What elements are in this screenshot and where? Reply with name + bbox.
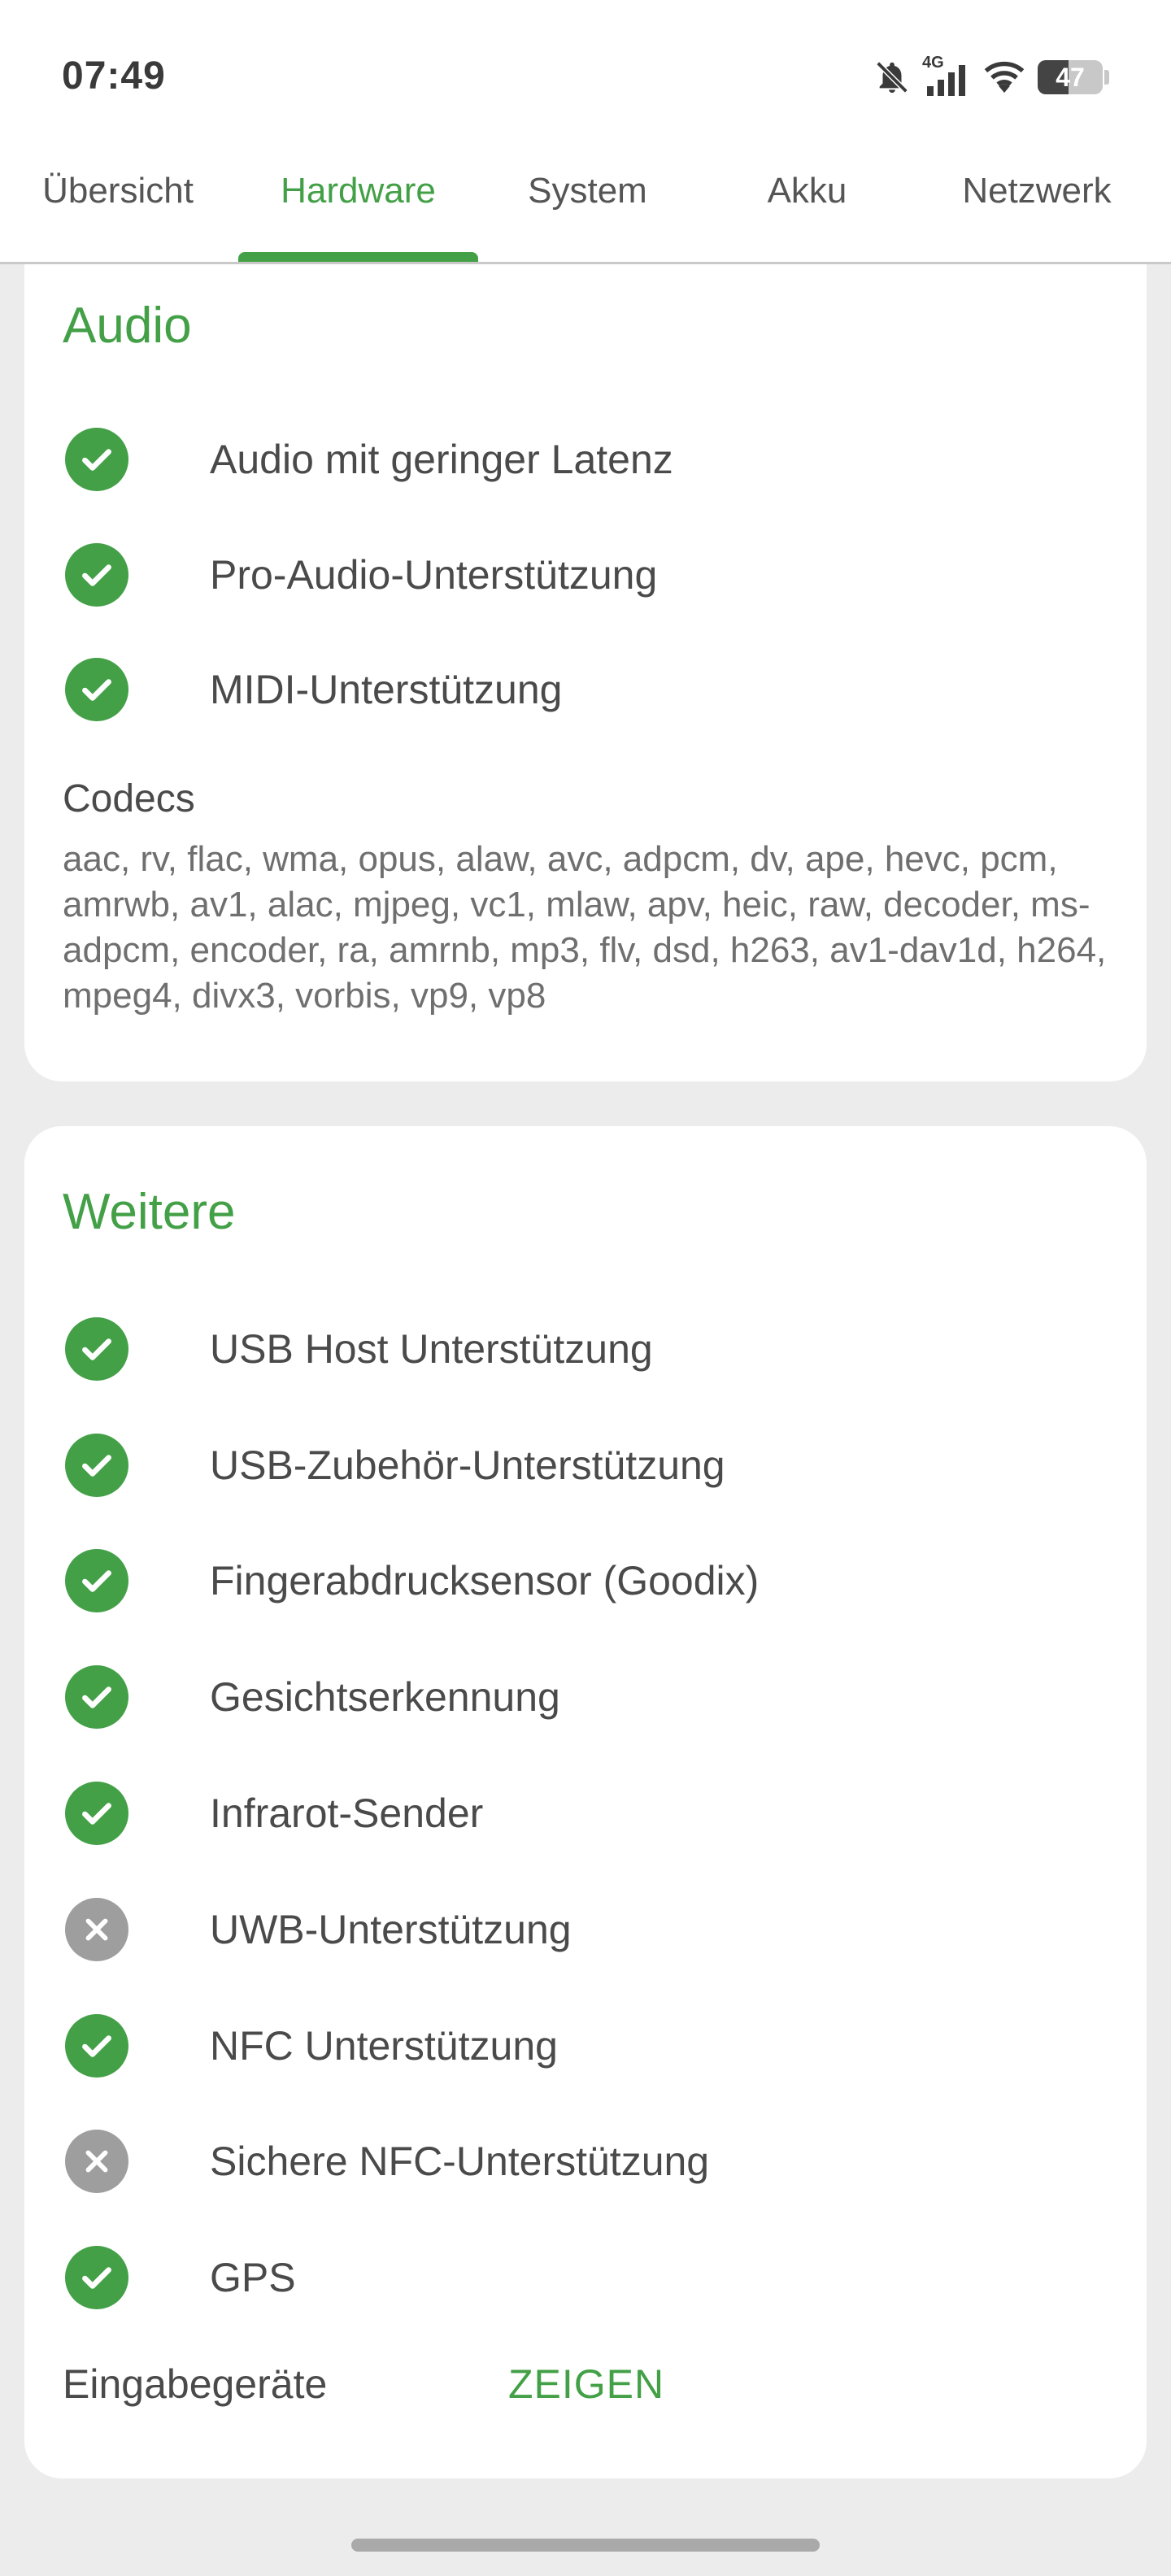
feature-row: Gesichtserkennung [65,1660,560,1734]
check-icon [65,2246,128,2309]
feature-label: GPS [210,2255,296,2300]
active-tab-indicator [238,252,478,262]
status-icons: 4G 47 [873,54,1109,98]
check-icon [65,543,128,607]
more-card: Weitere USB Host Unterstützung USB-Zubeh… [24,1126,1147,2478]
feature-row: Audio mit geringer Latenz [65,423,673,496]
feature-row: GPS [65,2241,296,2314]
check-icon [65,1782,128,1845]
feature-label: NFC Unterstützung [210,2023,558,2069]
wifi-icon [982,59,1026,96]
feature-label: USB-Zubehör-Unterstützung [210,1442,725,1488]
status-time: 07:49 [62,54,166,98]
feature-row: USB Host Unterstützung [65,1312,653,1386]
battery-level: 47 [1056,63,1085,92]
tab-akku[interactable]: Akku [707,154,907,262]
tab-system[interactable]: System [488,154,687,262]
tab-bar: Übersicht Hardware System Akku Netzwerk [0,154,1171,264]
signal-icon: 4G [922,54,971,98]
show-input-devices-button[interactable]: ZEIGEN [508,2361,664,2408]
feature-label: Gesichtserkennung [210,1674,560,1720]
feature-label: Infrarot-Sender [210,1791,484,1836]
feature-row: USB-Zubehör-Unterstützung [65,1429,725,1502]
check-icon [65,1665,128,1729]
feature-label: Pro-Audio-Unterstützung [210,552,658,598]
check-icon [65,1317,128,1381]
feature-row: MIDI-Unterstützung [65,653,562,726]
feature-label: Audio mit geringer Latenz [210,437,673,482]
check-icon [65,1549,128,1612]
feature-label: MIDI-Unterstützung [210,667,563,712]
status-bar: 07:49 4G 47 [0,0,1171,154]
battery-icon: 47 [1038,60,1103,94]
check-icon [65,1434,128,1497]
more-card-title: Weitere [63,1184,236,1240]
feature-label: UWB-Unterstützung [210,1907,572,1952]
tab-uebersicht[interactable]: Übersicht [8,154,228,262]
feature-row: Sichere NFC-Unterstützung [65,2125,709,2198]
audio-card-title: Audio [63,298,192,354]
tab-netzwerk[interactable]: Netzwerk [923,154,1151,262]
input-devices-label: Eingabegeräte [63,2361,328,2407]
audio-card: Audio Audio mit geringer Latenz Pro-Audi… [24,264,1147,1081]
feature-row: Pro-Audio-Unterstützung [65,538,657,611]
feature-label: USB Host Unterstützung [210,1326,653,1372]
codecs-title: Codecs [63,777,195,820]
bell-muted-icon [873,59,911,96]
check-icon [65,2014,128,2078]
codecs-list: aac, rv, flac, wma, opus, alaw, avc, adp… [63,839,1107,1016]
check-icon [65,658,128,721]
feature-row: Fingerabdrucksensor (Goodix) [65,1544,759,1617]
feature-row: Infrarot-Sender [65,1777,483,1850]
battery-tip [1104,70,1109,85]
feature-row: UWB-Unterstützung [65,1893,572,1966]
home-indicator[interactable] [351,2539,820,2552]
tab-hardware[interactable]: Hardware [238,154,478,262]
cross-icon [65,1898,128,1961]
feature-label: Fingerabdrucksensor (Goodix) [210,1558,760,1603]
cross-icon [65,2130,128,2193]
check-icon [65,428,128,491]
feature-label: Sichere NFC-Unterstützung [210,2139,710,2184]
feature-row: NFC Unterstützung [65,2009,558,2082]
